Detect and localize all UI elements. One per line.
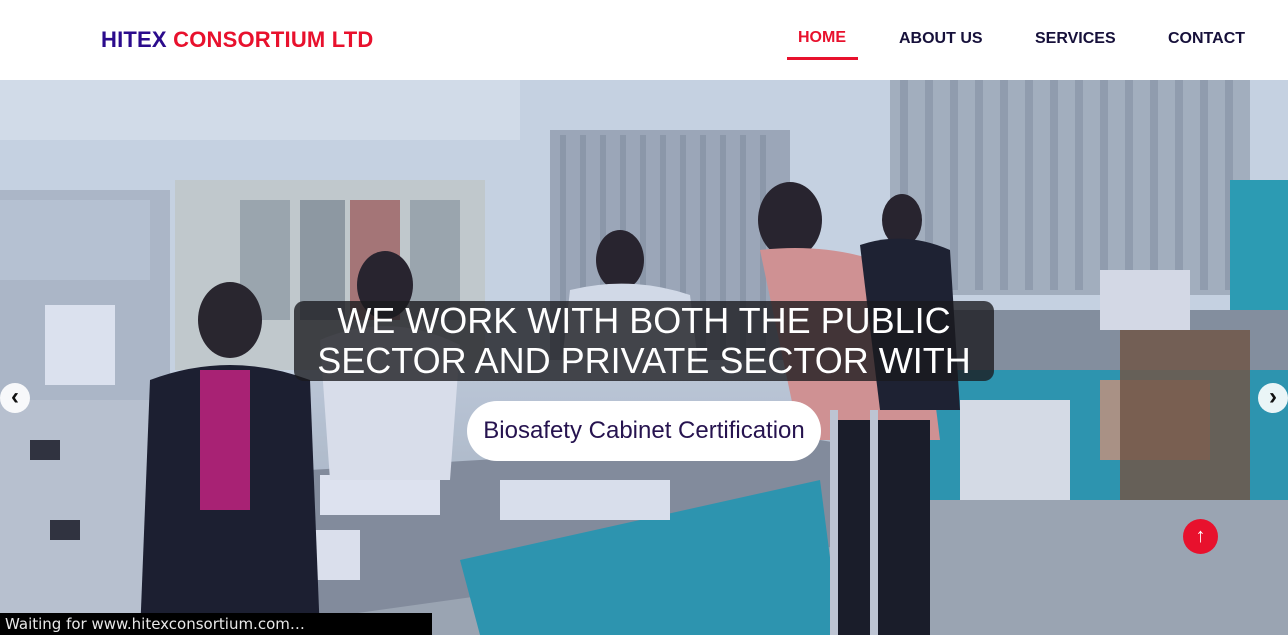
chevron-left-icon: ‹	[11, 383, 19, 410]
browser-status-bar: Waiting for www.hitexconsortium.com…	[0, 613, 432, 635]
hero-headline-line1: WE WORK WITH BOTH THE PUBLIC	[337, 301, 951, 341]
arrow-up-icon: ↑	[1195, 525, 1206, 547]
brand-logo[interactable]: HITEX CONSORTIUM LTD	[101, 27, 373, 53]
active-nav-indicator	[787, 57, 858, 60]
slider-next-button[interactable]: ›	[1258, 383, 1288, 413]
service-pill-button[interactable]: Biosafety Cabinet Certification	[467, 401, 821, 461]
brand-name-part2: CONSORTIUM LTD	[173, 27, 374, 52]
slider-prev-button[interactable]: ‹	[0, 383, 30, 413]
chevron-right-icon: ›	[1269, 383, 1277, 410]
nav-home[interactable]: HOME	[798, 29, 846, 47]
hero-headline-box: WE WORK WITH BOTH THE PUBLIC SECTOR AND …	[294, 301, 994, 381]
scroll-to-top-button[interactable]: ↑	[1183, 519, 1218, 554]
hero-slider: WE WORK WITH BOTH THE PUBLIC SECTOR AND …	[0, 80, 1288, 635]
site-header: HITEX CONSORTIUM LTD HOME ABOUT US SERVI…	[0, 0, 1288, 80]
nav-about-us[interactable]: ABOUT US	[899, 30, 983, 48]
hero-headline-line2: SECTOR AND PRIVATE SECTOR WITH	[317, 340, 971, 381]
hero-headline: WE WORK WITH BOTH THE PUBLIC SECTOR AND …	[294, 301, 994, 381]
brand-name-part1: HITEX	[101, 27, 167, 52]
nav-services[interactable]: SERVICES	[1035, 30, 1116, 48]
nav-contact[interactable]: CONTACT	[1168, 30, 1245, 48]
